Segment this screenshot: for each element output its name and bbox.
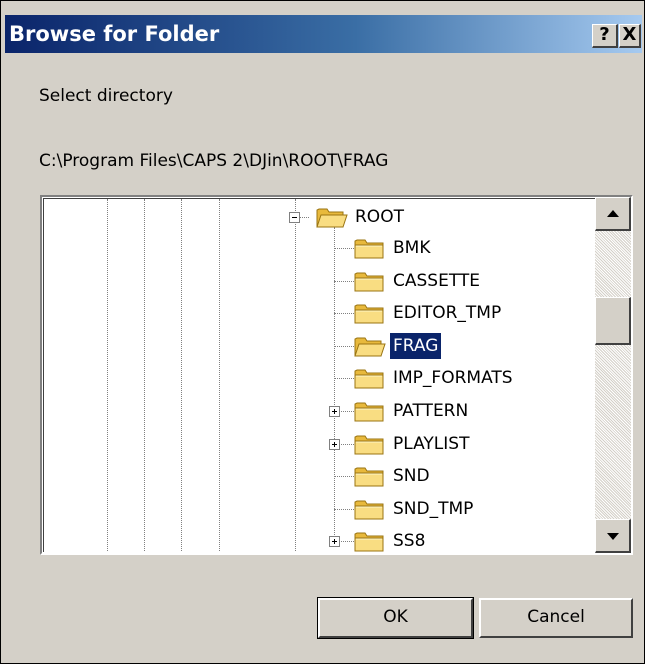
tree-item[interactable]: CASSETTE [44,268,596,294]
tree-item-label: PATTERN [393,401,469,421]
scrollbar-thumb[interactable] [595,297,631,345]
scroll-up-button[interactable] [595,197,631,231]
tree-connector [334,476,354,478]
vertical-scrollbar[interactable] [595,197,631,553]
tree-item-label: EDITOR_TMP [393,303,502,324]
tree-item[interactable]: PATTERN [44,398,596,424]
tree-item[interactable]: IMP_FORMATS [44,365,596,391]
tree-item-root[interactable]: ROOT [44,204,596,230]
folder-icon [354,433,386,455]
close-icon: X [622,24,637,45]
tree-item[interactable]: SND_TMP [44,496,596,522]
current-path-label: C:\Program Files\CAPS 2\DJin\ROOT\FRAG [39,151,389,171]
dialog-title: Browse for Folder [9,22,220,46]
tree-item-label: SS8 [393,531,426,552]
tree-item-label: SND [393,466,430,487]
tree-item-label: ROOT [355,207,404,227]
tree-connector [334,345,354,347]
tree-item-label: SND_TMP [393,498,474,519]
tree-item[interactable]: PLAYLIST [44,431,596,457]
tree-item[interactable]: FRAG [44,331,596,360]
tree-item-label: PLAYLIST [393,433,470,454]
folder-icon [354,302,386,324]
tree-item-label: FRAG [388,331,443,360]
open-folder-icon [354,335,386,357]
ok-button[interactable]: OK [317,597,474,639]
folder-icon [354,498,386,520]
tree-item[interactable]: SS8 [44,528,596,554]
tree-connector [334,313,354,315]
folder-icon [354,270,386,292]
help-icon: ? [599,24,610,45]
browse-for-folder-dialog: Browse for Folder ? X Select directory C… [0,0,645,664]
select-directory-prompt: Select directory [39,86,173,106]
expand-icon[interactable] [329,438,340,450]
tree-item-label: CASSETTE [393,270,481,291]
cancel-button[interactable]: Cancel [479,598,633,638]
folder-icon [354,237,386,259]
collapse-icon[interactable] [289,212,300,223]
folder-icon [354,465,386,487]
folder-icon [354,530,386,552]
arrow-up-icon [607,210,619,217]
scroll-down-button[interactable] [595,519,631,553]
folder-tree-view: ROOT BMK CASSETTE EDITOR_TMP FRAG IMP_FORMAT… [43,198,630,552]
open-folder-icon [316,206,348,228]
expand-icon[interactable] [329,536,340,548]
folder-tree[interactable]: ROOT BMK CASSETTE EDITOR_TMP FRAG IMP_FORMAT… [40,195,633,555]
expand-icon[interactable] [329,406,340,417]
tree-item[interactable]: BMK [44,235,596,261]
tree-item[interactable]: SND [44,463,596,489]
tree-connector [334,280,354,282]
folder-icon [354,400,386,422]
tree-connector [334,508,354,510]
tree-item[interactable]: EDITOR_TMP [44,300,596,326]
tree-item-label: IMP_FORMATS [393,368,513,389]
tree-connector [334,378,354,380]
title-bar[interactable]: Browse for Folder ? X [5,15,642,53]
close-button[interactable]: X [619,24,641,48]
arrow-down-icon [607,533,619,540]
tree-item-label: BMK [393,238,431,258]
help-button[interactable]: ? [592,24,618,48]
folder-icon [354,367,386,389]
tree-connector [334,248,354,249]
